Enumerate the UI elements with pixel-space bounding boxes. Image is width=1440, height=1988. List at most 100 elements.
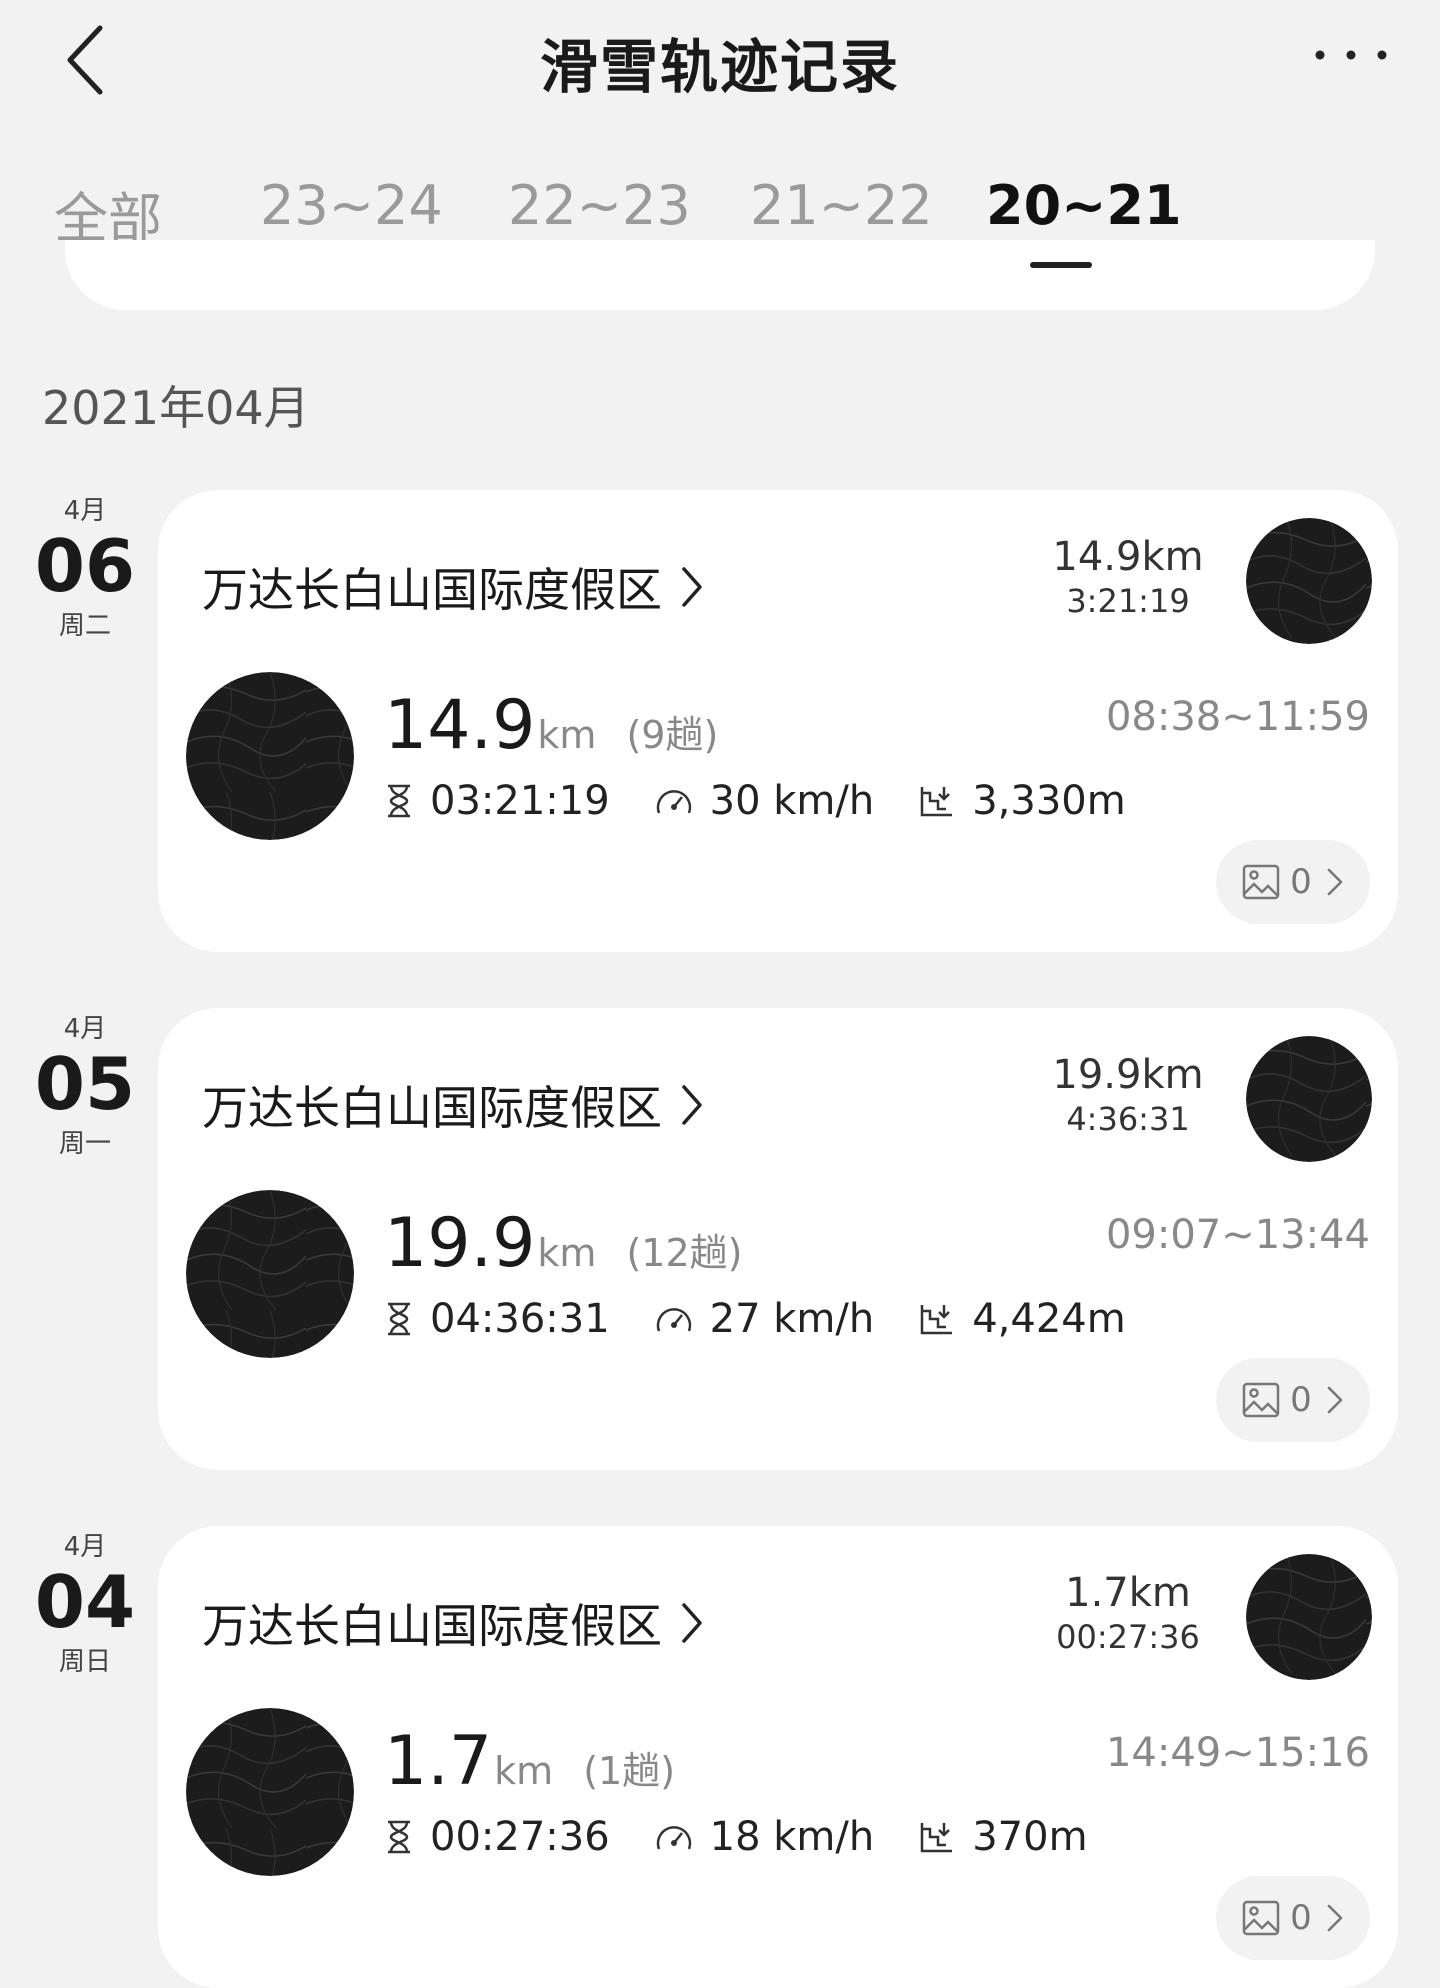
image-icon bbox=[1242, 1382, 1280, 1418]
chevron-right-icon bbox=[682, 1603, 702, 1643]
resort-link[interactable]: 万达长白山国际度假区 bbox=[202, 1590, 704, 1656]
chevron-right-icon bbox=[682, 1085, 702, 1125]
speedometer-icon bbox=[656, 1308, 691, 1332]
duration-value: 04:36:31 bbox=[430, 1296, 610, 1342]
descent-icon bbox=[920, 787, 953, 817]
hourglass-icon bbox=[388, 1302, 410, 1336]
date-column: 4月 06 周二 bbox=[30, 490, 140, 642]
distance-line: 14.9 km (9趟) bbox=[384, 686, 718, 765]
top-duration: 3:21:19 bbox=[1066, 582, 1190, 620]
date-month: 4月 bbox=[63, 1532, 107, 1562]
speed-metric: 30 km/h bbox=[654, 778, 875, 824]
chevron-right-icon bbox=[1327, 1904, 1343, 1932]
record-card[interactable]: 万达长白山国际度假区 14.9km 3:21:19 14.9 km (9趟) 0… bbox=[158, 490, 1398, 952]
resort-name: 万达长白山国际度假区 bbox=[202, 1081, 662, 1135]
app-header: 滑雪轨迹记录 bbox=[0, 0, 1440, 120]
top-distance: 1.7km bbox=[1065, 1570, 1191, 1616]
tab-21-22[interactable]: 21~22 bbox=[750, 174, 933, 237]
tab-22-23[interactable]: 22~23 bbox=[508, 174, 691, 237]
duration-metric: 03:21:19 bbox=[384, 778, 610, 824]
track-map-image[interactable] bbox=[186, 672, 354, 840]
hourglass-icon bbox=[388, 784, 410, 818]
speed-value: 27 km/h bbox=[709, 1296, 875, 1342]
distance-line: 19.9 km (12趟) bbox=[384, 1204, 742, 1283]
photos-button[interactable]: 0 bbox=[1216, 1876, 1370, 1960]
descent-value: 3,330m bbox=[972, 778, 1126, 824]
distance-unit: km bbox=[537, 713, 597, 757]
descent-metric: 370m bbox=[918, 1814, 1088, 1860]
date-weekday: 周一 bbox=[58, 1129, 111, 1159]
metrics-row: 03:21:19 30 km/h 3,330m bbox=[384, 778, 1170, 824]
record-card[interactable]: 万达长白山国际度假区 19.9km 4:36:31 19.9 km (12趟) … bbox=[158, 1008, 1398, 1470]
photo-count: 0 bbox=[1290, 862, 1312, 902]
hourglass-icon bbox=[388, 1820, 410, 1854]
date-month: 4月 bbox=[63, 1014, 107, 1044]
duration-metric: 00:27:36 bbox=[384, 1814, 610, 1860]
more-button[interactable] bbox=[1306, 40, 1396, 70]
runs-count: (9趟) bbox=[626, 713, 719, 757]
tab-23-24[interactable]: 23~24 bbox=[260, 174, 443, 237]
active-tab-indicator bbox=[1030, 262, 1092, 268]
chevron-right-icon bbox=[1327, 1386, 1343, 1414]
speedometer-icon bbox=[656, 790, 691, 814]
date-weekday: 周二 bbox=[58, 611, 111, 641]
date-weekday: 周日 bbox=[58, 1647, 111, 1677]
track-map-image[interactable] bbox=[186, 1708, 354, 1876]
duration-value: 03:21:19 bbox=[430, 778, 610, 824]
top-summary: 1.7km 00:27:36 bbox=[1028, 1570, 1228, 1656]
top-distance: 14.9km bbox=[1052, 534, 1204, 580]
speed-value: 30 km/h bbox=[709, 778, 875, 824]
date-day: 04 bbox=[34, 1560, 136, 1644]
track-map-thumbnail[interactable] bbox=[1246, 1554, 1372, 1680]
resort-link[interactable]: 万达长白山国际度假区 bbox=[202, 554, 704, 620]
metrics-row: 04:36:31 27 km/h 4,424m bbox=[384, 1296, 1170, 1342]
photos-button[interactable]: 0 bbox=[1216, 1358, 1370, 1442]
date-month: 4月 bbox=[63, 496, 107, 526]
tab-20-21[interactable]: 20~21 bbox=[986, 174, 1182, 237]
top-distance: 19.9km bbox=[1052, 1052, 1204, 1098]
distance-unit: km bbox=[494, 1749, 554, 1793]
descent-value: 4,424m bbox=[972, 1296, 1126, 1342]
page-title: 滑雪轨迹记录 bbox=[539, 33, 900, 101]
date-day: 06 bbox=[34, 524, 136, 608]
duration-value: 00:27:36 bbox=[430, 1814, 610, 1860]
date-column: 4月 04 周日 bbox=[30, 1526, 140, 1678]
descent-icon bbox=[920, 1305, 953, 1335]
photo-count: 0 bbox=[1290, 1898, 1312, 1938]
speed-value: 18 km/h bbox=[709, 1814, 875, 1860]
duration-metric: 04:36:31 bbox=[384, 1296, 610, 1342]
top-duration: 4:36:31 bbox=[1066, 1100, 1190, 1138]
chevron-right-icon bbox=[682, 567, 702, 607]
resort-link[interactable]: 万达长白山国际度假区 bbox=[202, 1072, 704, 1138]
speedometer-icon bbox=[656, 1826, 691, 1850]
distance-line: 1.7 km (1趟) bbox=[384, 1722, 675, 1801]
track-map-thumbnail[interactable] bbox=[1246, 518, 1372, 644]
speed-metric: 27 km/h bbox=[654, 1296, 875, 1342]
distance-value: 1.7 bbox=[384, 1722, 493, 1801]
distance-unit: km bbox=[537, 1231, 597, 1275]
image-icon bbox=[1242, 864, 1280, 900]
chevron-right-icon bbox=[1327, 868, 1343, 896]
descent-metric: 4,424m bbox=[918, 1296, 1126, 1342]
speed-metric: 18 km/h bbox=[654, 1814, 875, 1860]
more-dots-icon bbox=[1315, 50, 1387, 60]
photo-count: 0 bbox=[1290, 1380, 1312, 1420]
metrics-row: 00:27:36 18 km/h 370m bbox=[384, 1814, 1132, 1860]
distance-value: 19.9 bbox=[384, 1204, 536, 1283]
track-map-thumbnail[interactable] bbox=[1246, 1036, 1372, 1162]
photos-button[interactable]: 0 bbox=[1216, 840, 1370, 924]
image-icon bbox=[1242, 1900, 1280, 1936]
descent-metric: 3,330m bbox=[918, 778, 1126, 824]
track-map-image[interactable] bbox=[186, 1190, 354, 1358]
time-range: 09:07~13:44 bbox=[1105, 1212, 1370, 1258]
distance-value: 14.9 bbox=[384, 686, 536, 765]
month-header: 2021年04月 bbox=[42, 381, 310, 435]
resort-name: 万达长白山国际度假区 bbox=[202, 1599, 662, 1653]
descent-value: 370m bbox=[972, 1814, 1088, 1860]
runs-count: (1趟) bbox=[583, 1749, 676, 1793]
descent-icon bbox=[920, 1823, 953, 1853]
date-column: 4月 05 周一 bbox=[30, 1008, 140, 1160]
summary-card-bottom bbox=[65, 240, 1375, 310]
time-range: 08:38~11:59 bbox=[1105, 694, 1370, 740]
time-range: 14:49~15:16 bbox=[1105, 1730, 1370, 1776]
